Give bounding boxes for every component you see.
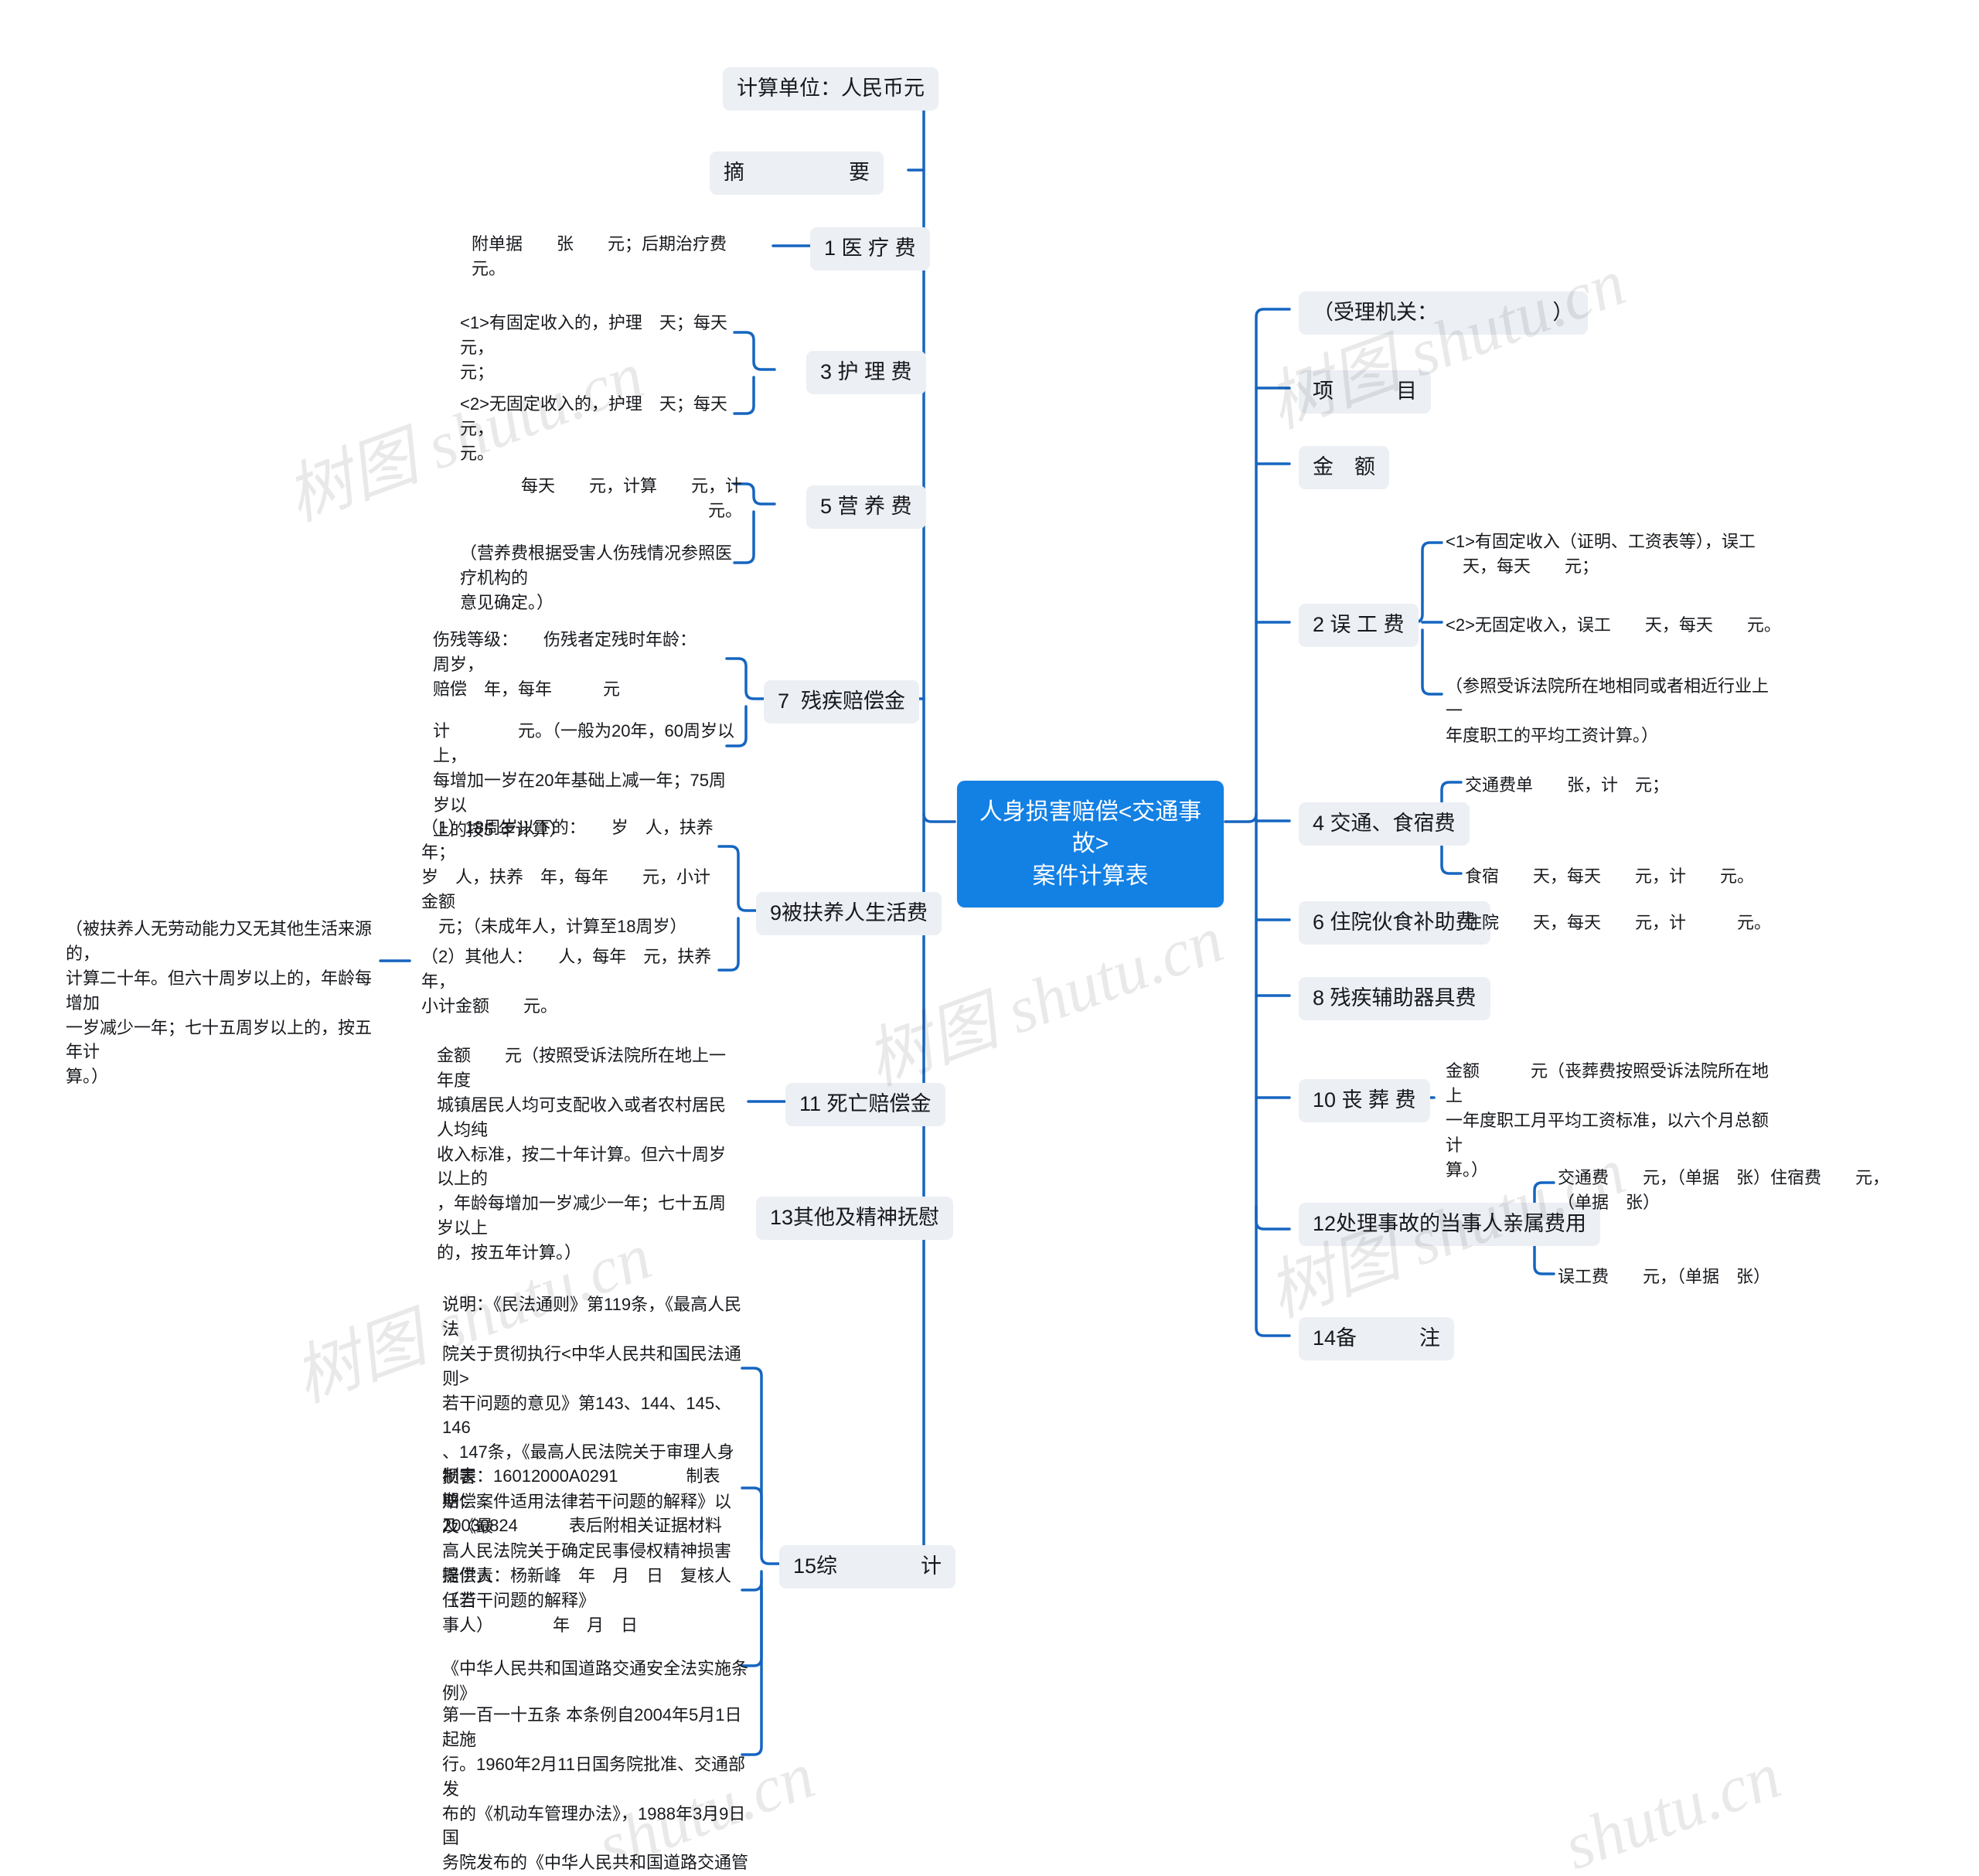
leaf-lost-wages-note[interactable]: （参照受诉法院所在地相同或者相近行业上一 年度职工的平均工资计算。） [1446, 674, 1778, 748]
node-accepting-authority[interactable]: （受理机关： ） [1299, 291, 1588, 335]
node-amount-column[interactable]: 金 额 [1299, 446, 1389, 489]
node-funeral-fee[interactable]: 10 丧 葬 费 [1299, 1079, 1430, 1122]
leaf-dependent-under18[interactable]: （1）18周岁以下的： 岁 人，扶养 年； 岁 人，扶养 年，每年 元，小计金额… [421, 815, 723, 938]
node-hospital-meal-subsidy[interactable]: 6 住院伙食补助费 [1299, 901, 1490, 945]
leaf-hospital-meal-detail[interactable]: 住院 天，每天 元，计 元。 [1465, 911, 1790, 935]
watermark-text: 树图 shutu.cn [1258, 244, 1635, 442]
leaf-dependent-others-note[interactable]: （被扶养人无劳动能力又无其他生活来源的， 计算二十年。但六十周岁以上的，年龄每增… [66, 917, 375, 1089]
watermark-text: shutu.cn [1554, 1738, 1790, 1876]
node-item-column[interactable]: 项 目 [1299, 370, 1431, 414]
node-other-and-solatium[interactable]: 13其他及精神抚慰 [756, 1197, 954, 1240]
node-assistive-device-fee[interactable]: 8 残疾辅助器具费 [1299, 977, 1490, 1020]
node-death-compensation[interactable]: 11 死亡赔偿金 [785, 1083, 945, 1126]
leaf-nursing-fixed-income[interactable]: <1>有固定收入的，护理 天；每天 元， 元； [460, 311, 742, 385]
leaf-relatives-lost-wages[interactable]: 误工费 元，（单据 张） [1558, 1265, 1890, 1289]
node-abstract[interactable]: 摘 要 [710, 152, 884, 195]
node-grand-total[interactable]: 15综 计 [779, 1545, 956, 1588]
node-medical-fee[interactable]: 1 医 疗 费 [810, 227, 930, 271]
node-nutrition-fee[interactable]: 5 营 养 费 [806, 485, 926, 529]
node-disability-compensation[interactable]: 7 残疾赔偿金 [764, 680, 920, 724]
leaf-death-amount[interactable]: 金额 元（按照受诉法院所在地上一年度 城镇居民人均可支配收入或者农村居民人均纯 … [437, 1044, 742, 1265]
node-remarks[interactable]: 14备 注 [1299, 1317, 1455, 1360]
node-nursing-fee[interactable]: 3 护 理 费 [806, 351, 926, 394]
leaf-road-traffic-regulation-title[interactable]: 《中华人民共和国道路交通安全法实施条例》 [442, 1656, 751, 1706]
leaf-article-115[interactable]: 第一百一十五条 本条例自2004年5月1日起施 行。1960年2月11日国务院批… [442, 1703, 751, 1876]
leaf-lost-wages-fixed-income[interactable]: <1>有固定收入（证明、工资表等），误工 天，每天 元； [1446, 529, 1770, 579]
mindmap-canvas: 人身损害赔偿<交通事故> 案件计算表 计算单位：人民币元 摘 要 1 医 疗 费… [0, 0, 1979, 1876]
node-calc-unit[interactable]: 计算单位：人民币元 [723, 67, 938, 111]
leaf-form-id-date[interactable]: 制表：16012000A0291 制表期： 20030824 表后附相关证据材料 [442, 1464, 751, 1538]
leaf-nursing-no-fixed-income[interactable]: <2>无固定收入的，护理 天；每天 元， 元。 [460, 392, 742, 466]
node-transport-lodging-fee[interactable]: 4 交通、食宿费 [1299, 802, 1470, 846]
leaf-medical-detail[interactable]: 附单据 张 元；后期治疗费 元。 [472, 232, 773, 281]
node-lost-wages-fee[interactable]: 2 误 工 费 [1299, 604, 1419, 647]
leaf-funeral-amount[interactable]: 金额 元（丧葬费按照受诉法院所在地上 一年度职工月平均工资标准，以六个月总额计 … [1446, 1059, 1770, 1182]
leaf-disability-grade[interactable]: 伤残等级： 伤残者定残时年龄： 周岁， 赔偿 年，每年 元 [433, 628, 738, 702]
leaf-dependent-others[interactable]: （2）其他人： 人，每年 元，扶养 年， 小计金额 元。 [421, 945, 723, 1019]
node-dependent-living-cost[interactable]: 9被扶养人生活费 [756, 892, 942, 935]
leaf-provider-reviewer[interactable]: 提供人：杨新峰 年 月 日 复核人（当 事人） 年 月 日 [442, 1564, 751, 1638]
leaf-nutrition-daily[interactable]: 每天 元，计算 元，计 元。 [464, 474, 742, 523]
leaf-nutrition-note[interactable]: （营养费根据受害人伤残情况参照医疗机构的 意见确定。） [460, 541, 742, 615]
leaf-transport-receipts[interactable]: 交通费单 张，计 元； [1465, 773, 1774, 798]
node-relatives-handling-cost[interactable]: 12处理事故的当事人亲属费用 [1299, 1203, 1601, 1246]
root-node[interactable]: 人身损害赔偿<交通事故> 案件计算表 [957, 781, 1224, 908]
leaf-relatives-transport-lodging[interactable]: 交通费 元，（单据 张）住宿费 元， （单据 张） [1558, 1166, 1890, 1215]
leaf-lodging-days[interactable]: 食宿 天，每天 元，计 元。 [1465, 864, 1774, 889]
leaf-lost-wages-no-fixed-income[interactable]: <2>无固定收入，误工 天，每天 元。 [1446, 613, 1786, 638]
